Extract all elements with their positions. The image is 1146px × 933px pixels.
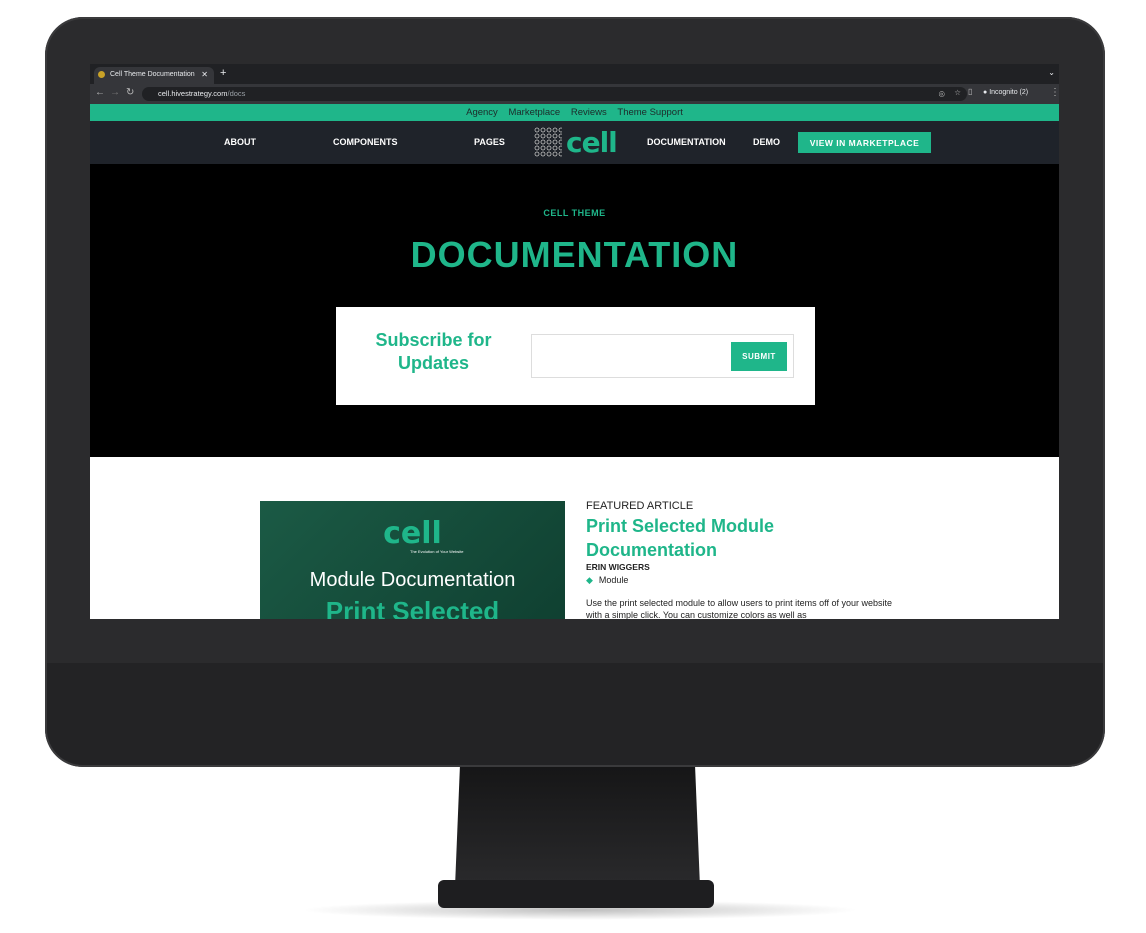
featured-article-image[interactable]: cell The Evolution of Your Website Modul… [260,501,565,619]
article-excerpt: Use the print selected module to allow u… [586,598,892,619]
top-link-marketplace[interactable]: Marketplace [508,107,560,118]
address-bar: ← → ↻ cell.hivestrategy.com/docs ◎ ☆ ▯ ●… [90,84,1059,104]
view-in-marketplace-button[interactable]: VIEW IN MARKETPLACE [798,132,931,153]
hero: CELL THEME DOCUMENTATION Subscribe for U… [90,164,1059,457]
logo-text: cell [566,126,618,159]
side-panel-icon[interactable]: ▯ [968,87,972,96]
hero-eyebrow: CELL THEME [543,208,606,218]
monitor-stand [455,767,700,887]
main-nav: ABOUT COMPONENTS PAGES cell DOCUMENTATIO… [90,121,1059,164]
url-input[interactable]: cell.hivestrategy.com/docs ◎ ☆ [142,87,967,101]
article-title-link[interactable]: Print Selected Module Documentation [586,514,906,562]
nav-pages[interactable]: PAGES [474,137,505,147]
image-logo: cell [383,516,442,551]
top-links-bar: Agency Marketplace Reviews Theme Support [90,104,1059,121]
email-input[interactable]: SUBMIT [531,334,794,378]
image-tagline: The Evolution of Your Website [410,549,464,554]
reload-icon[interactable]: ↻ [126,87,134,98]
browser-tab[interactable]: Cell Theme Documentation ✕ [94,67,214,84]
logo[interactable]: cell [534,126,618,159]
nav-about[interactable]: ABOUT [224,137,256,147]
article-tag[interactable]: ◆ Module [586,575,906,586]
eye-off-icon[interactable]: ◎ [938,89,945,98]
monitor-base [438,880,714,908]
featured-article: FEATURED ARTICLE Print Selected Module D… [586,500,906,619]
tag-label: Module [598,575,629,585]
close-tab-icon[interactable]: ✕ [201,70,208,79]
star-icon[interactable]: ☆ [954,88,961,97]
article-author: ERIN WIGGERS [586,562,650,572]
menu-icon[interactable]: ⋮ [1050,87,1059,98]
top-link-reviews[interactable]: Reviews [571,107,607,118]
subscribe-title: Subscribe for Updates [375,330,492,373]
url-host: cell.hivestrategy.com [158,89,228,98]
image-line-1: Module Documentation [309,569,516,591]
tab-bar: Cell Theme Documentation ✕ + ⌄ [90,64,1059,84]
tag-icon: ◆ [586,575,593,585]
top-link-theme-support[interactable]: Theme Support [617,107,682,118]
image-line-2: Print Selected [325,596,500,619]
chevron-down-icon[interactable]: ⌄ [1048,68,1055,77]
top-link-agency[interactable]: Agency [466,107,498,118]
nav-components[interactable]: COMPONENTS [333,137,398,147]
monitor-chin [47,663,1103,765]
screen: Cell Theme Documentation ✕ + ⌄ ← → ↻ cel… [90,64,1059,619]
tab-title: Cell Theme Documentation [110,71,195,78]
nav-documentation[interactable]: DOCUMENTATION [647,137,726,147]
profile-button[interactable]: ● Incognito (2) [983,87,1028,96]
featured-kicker: FEATURED ARTICLE [586,500,694,512]
new-tab-icon[interactable]: + [220,67,226,79]
forward-icon[interactable]: → [110,87,120,98]
nav-demo[interactable]: DEMO [753,137,780,147]
url-path: /docs [227,89,246,98]
favicon-icon [98,71,105,78]
page-title: DOCUMENTATION [410,234,739,275]
profile-label: Incognito (2) [989,89,1029,96]
subscribe-card: Subscribe for Updates SUBMIT [336,307,815,405]
submit-button[interactable]: SUBMIT [731,342,787,371]
back-icon[interactable]: ← [95,87,105,98]
